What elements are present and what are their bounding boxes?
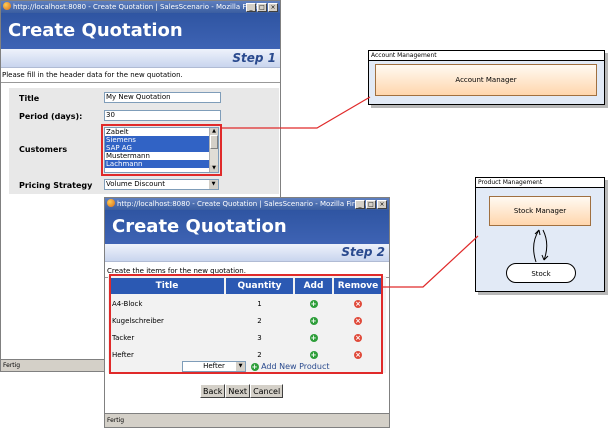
window-title: http://localhost:8080 - Create Quotation…: [117, 200, 370, 208]
window-titlebar[interactable]: http://localhost:8080 - Create Quotation…: [105, 198, 389, 210]
product-management-panel: Product Management Stock Manager Stock: [475, 177, 605, 292]
close-icon[interactable]: ×: [377, 200, 387, 209]
items-highlight: [109, 274, 383, 374]
next-button[interactable]: Next: [225, 384, 251, 398]
back-button[interactable]: Back: [200, 384, 226, 398]
connector-items-to-product: [383, 235, 479, 288]
period-label: Period (days):: [19, 112, 83, 121]
window-titlebar[interactable]: http://localhost:8080 - Create Quotation…: [1, 1, 280, 13]
step-label: Step 1: [232, 51, 276, 65]
minimize-icon[interactable]: _: [355, 200, 365, 209]
step-bar: Step 1: [1, 49, 280, 68]
minimize-icon[interactable]: _: [246, 3, 256, 12]
stock-node: Stock: [506, 263, 576, 283]
close-icon[interactable]: ×: [268, 3, 278, 12]
product-management-title: Product Management: [476, 178, 604, 188]
stock-arrows: [533, 229, 549, 263]
page-title: Create Quotation: [112, 216, 287, 237]
title-label: Title: [19, 94, 40, 103]
window-controls: _ □ ×: [354, 200, 387, 210]
account-manager-box: Account Manager: [375, 64, 597, 96]
maximize-icon[interactable]: □: [257, 3, 267, 12]
chevron-down-icon[interactable]: ▼: [209, 180, 218, 189]
instruction-text: Please fill in the header data for the n…: [1, 69, 280, 83]
page-banner: Create Quotation: [105, 210, 389, 244]
cancel-button[interactable]: Cancel: [250, 384, 284, 398]
stock-manager-box: Stock Manager: [489, 196, 591, 226]
account-manager-label: Account Manager: [455, 76, 517, 84]
wizard-buttons: Back Next Cancel: [200, 384, 284, 398]
page-banner: Create Quotation: [1, 13, 280, 49]
customers-highlight: [101, 124, 222, 176]
status-text: Fertig: [3, 362, 21, 369]
stock-label: Stock: [531, 270, 551, 278]
status-bar: Fertig: [105, 413, 389, 427]
status-text: Fertig: [107, 417, 125, 424]
maximize-icon[interactable]: □: [366, 200, 376, 209]
window-step2: http://localhost:8080 - Create Quotation…: [104, 197, 390, 428]
title-input[interactable]: My New Quotation: [104, 92, 221, 103]
window-title: http://localhost:8080 - Create Quotation…: [13, 3, 266, 11]
account-management-panel: Account Management Account Manager: [368, 50, 605, 105]
window-controls: _ □ ×: [245, 3, 278, 13]
step-label: Step 2: [341, 245, 385, 259]
firefox-icon: [3, 2, 11, 10]
step-bar: Step 2: [105, 244, 389, 262]
account-management-title: Account Management: [369, 51, 604, 61]
pricing-select[interactable]: Volume Discount ▼: [104, 179, 219, 190]
customers-label: Customers: [19, 145, 68, 154]
page-title: Create Quotation: [8, 20, 183, 41]
pricing-label: Pricing Strategy: [19, 181, 93, 190]
pricing-value: Volume Discount: [106, 180, 165, 188]
stock-manager-label: Stock Manager: [513, 207, 567, 215]
period-input[interactable]: 30: [104, 110, 221, 121]
instruction-label: Please fill in the header data for the n…: [2, 71, 183, 79]
firefox-icon: [107, 199, 115, 207]
